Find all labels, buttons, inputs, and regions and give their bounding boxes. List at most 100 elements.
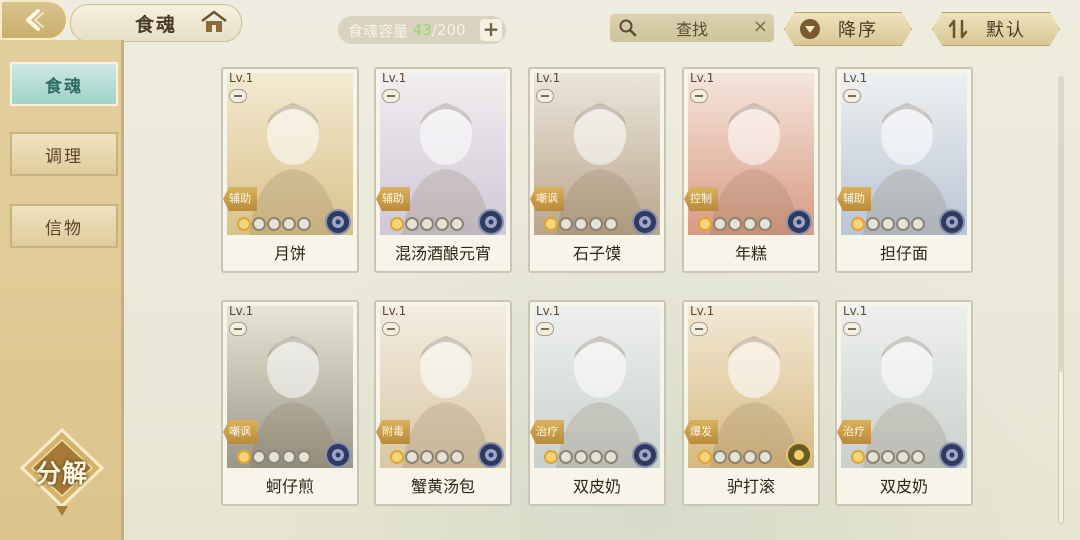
star-icon	[252, 217, 266, 231]
collapse-icon[interactable]	[690, 322, 708, 336]
collapse-icon[interactable]	[843, 322, 861, 336]
sort-order-button[interactable]: 降序	[784, 12, 912, 46]
scrollbar-thumb[interactable]	[1058, 370, 1064, 524]
card-level: Lv.1	[229, 71, 254, 85]
collapse-icon[interactable]	[382, 322, 400, 336]
star-icon	[604, 217, 618, 231]
card-level: Lv.1	[382, 304, 407, 318]
star-icon	[728, 217, 742, 231]
role-tag: 治疗	[837, 420, 871, 444]
star-icon	[544, 217, 558, 231]
sort-default-button[interactable]: 默认	[932, 12, 1060, 46]
card-name: 双皮奶	[879, 477, 928, 496]
star-icon	[297, 450, 311, 464]
clear-search-button[interactable]: ×	[753, 16, 768, 37]
collapse-icon[interactable]	[229, 89, 247, 103]
star-icon	[758, 217, 772, 231]
star-icon	[911, 450, 925, 464]
back-button[interactable]	[0, 0, 68, 40]
role-tag: 嘲讽	[223, 420, 257, 444]
card-level: Lv.1	[843, 304, 868, 318]
food-soul-card[interactable]: Lv.1 治疗 双皮奶	[835, 300, 973, 506]
food-soul-card[interactable]: Lv.1 控制 年糕	[682, 67, 820, 273]
element-icon	[939, 442, 965, 468]
top-bar: 食魂 食魂容量 43 / 200 + 查找 × 降序 默认	[0, 0, 1080, 56]
card-name: 驴打滚	[726, 477, 775, 496]
collapse-icon[interactable]	[843, 89, 861, 103]
sort-default-icon	[947, 18, 969, 40]
page-title-text: 食魂	[134, 13, 177, 36]
card-level: Lv.1	[843, 71, 868, 85]
tab-tokens[interactable]: 信物	[10, 204, 118, 248]
home-icon[interactable]	[200, 10, 228, 34]
food-soul-card[interactable]: Lv.1 爆发 驴打滚	[682, 300, 820, 506]
food-soul-card[interactable]: Lv.1 嘲讽 蚵仔煎	[221, 300, 359, 506]
search-bar[interactable]: 查找 ×	[610, 14, 774, 42]
star-icon	[252, 450, 266, 464]
star-rating	[544, 450, 618, 464]
tab-food-souls-label: 食魂	[45, 76, 83, 97]
star-icon	[282, 450, 296, 464]
food-soul-card[interactable]: Lv.1 治疗 双皮奶	[528, 300, 666, 506]
food-soul-card[interactable]: Lv.1 辅助 担仔面	[835, 67, 973, 273]
star-icon	[698, 217, 712, 231]
role-tag: 辅助	[223, 187, 257, 211]
capacity-label: 食魂容量	[348, 21, 409, 40]
food-soul-card[interactable]: Lv.1 辅助 混汤酒酿元宵	[374, 67, 512, 273]
star-rating	[237, 217, 311, 231]
star-icon	[698, 450, 712, 464]
star-icon	[435, 450, 449, 464]
collapse-icon[interactable]	[536, 89, 554, 103]
star-icon	[866, 217, 880, 231]
star-icon	[713, 217, 727, 231]
role-tag: 附毒	[376, 420, 410, 444]
card-level: Lv.1	[690, 71, 715, 85]
element-icon	[632, 442, 658, 468]
star-icon	[544, 450, 558, 464]
card-name: 蟹黄汤包	[410, 477, 475, 496]
element-icon	[786, 209, 812, 235]
star-icon	[728, 450, 742, 464]
search-icon	[619, 19, 637, 37]
food-soul-card[interactable]: Lv.1 嘲讽 石子馍	[528, 67, 666, 273]
capacity-current: 43	[412, 21, 432, 39]
star-icon	[758, 450, 772, 464]
star-icon	[297, 217, 311, 231]
card-name: 混汤酒酿元宵	[394, 244, 491, 263]
sort-default-label: 默认	[986, 20, 1026, 41]
star-icon	[435, 217, 449, 231]
star-icon	[589, 450, 603, 464]
collapse-icon[interactable]	[690, 89, 708, 103]
collapse-icon[interactable]	[382, 89, 400, 103]
star-icon	[866, 450, 880, 464]
star-icon	[282, 217, 296, 231]
star-rating	[698, 450, 772, 464]
star-icon	[743, 450, 757, 464]
star-icon	[589, 217, 603, 231]
role-tag: 爆发	[684, 420, 718, 444]
star-rating	[390, 450, 464, 464]
star-icon	[450, 450, 464, 464]
card-level: Lv.1	[690, 304, 715, 318]
back-arrow-icon	[26, 9, 44, 31]
tab-food-souls[interactable]: 食魂	[10, 62, 118, 106]
decompose-button[interactable]: 分解	[16, 426, 108, 518]
collapse-icon[interactable]	[536, 322, 554, 336]
star-icon	[881, 217, 895, 231]
expand-capacity-button[interactable]: +	[480, 19, 502, 41]
star-icon	[267, 217, 281, 231]
star-rating	[390, 217, 464, 231]
food-soul-card[interactable]: Lv.1 辅助 月饼	[221, 67, 359, 273]
food-soul-card[interactable]: Lv.1 附毒 蟹黄汤包	[374, 300, 512, 506]
element-icon	[632, 209, 658, 235]
star-icon	[604, 450, 618, 464]
star-icon	[405, 217, 419, 231]
star-icon	[559, 450, 573, 464]
tab-seasoning[interactable]: 调理	[10, 132, 118, 176]
star-icon	[390, 217, 404, 231]
card-level: Lv.1	[536, 304, 561, 318]
sort-order-label: 降序	[838, 20, 878, 41]
collapse-icon[interactable]	[229, 322, 247, 336]
scrollbar[interactable]	[1058, 76, 1064, 524]
capacity-max: 200	[436, 21, 466, 39]
